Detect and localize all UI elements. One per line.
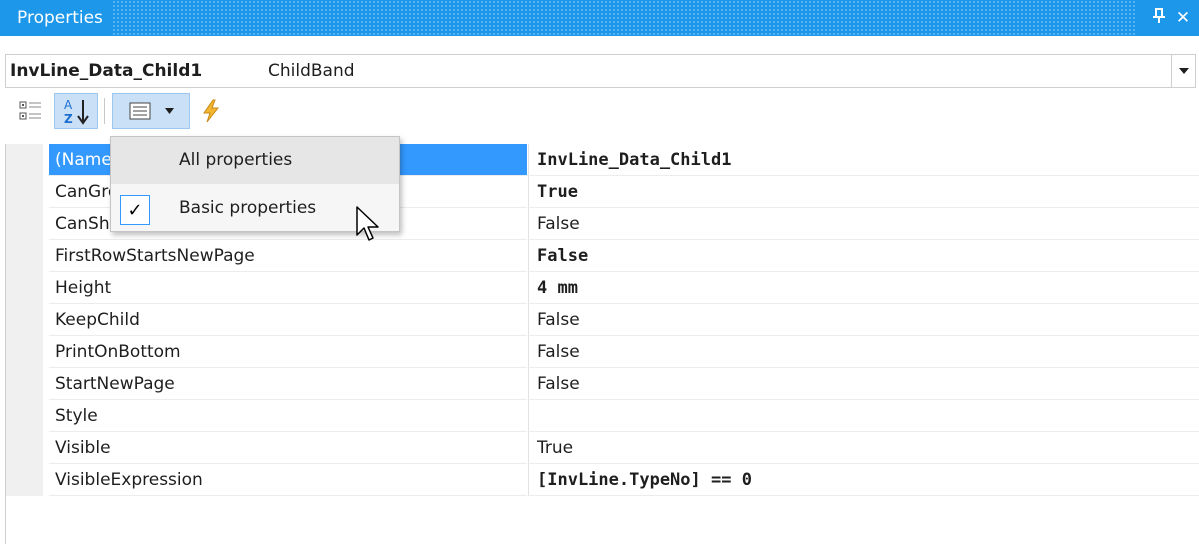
list-view-icon [129, 102, 150, 120]
dropdown-arrow-icon [164, 108, 174, 114]
property-name[interactable]: Style [49, 400, 527, 432]
events-button[interactable] [196, 93, 226, 129]
menu-item-label: Basic properties [179, 198, 317, 218]
checkmark-icon: ✓ [120, 195, 150, 225]
menu-item-label: All properties [179, 150, 293, 170]
property-value[interactable]: False [528, 208, 1199, 240]
object-name: InvLine_Data_Child1 [10, 61, 203, 81]
property-row[interactable]: VisibleExpression [InvLine.TypeNo] == 0 [6, 464, 1199, 496]
object-type: ChildBand [268, 61, 355, 81]
property-value[interactable]: [InvLine.TypeNo] == 0 [528, 464, 1199, 496]
property-value[interactable]: InvLine_Data_Child1 [528, 144, 1199, 176]
property-row[interactable]: PrintOnBottom False [6, 336, 1199, 368]
property-value[interactable] [528, 400, 1199, 432]
menu-item-all-properties[interactable]: All properties [111, 137, 399, 184]
title-buttons: ✕ [1137, 0, 1199, 36]
property-value[interactable]: False [528, 368, 1199, 400]
pin-icon[interactable] [1147, 7, 1171, 29]
mouse-cursor-icon [356, 206, 379, 241]
property-name[interactable]: VisibleExpression [49, 464, 527, 496]
property-value[interactable]: 4 mm [528, 272, 1199, 304]
property-name[interactable]: PrintOnBottom [49, 336, 527, 368]
property-name[interactable]: StartNewPage [49, 368, 527, 400]
svg-text:A: A [64, 98, 73, 112]
categorized-icon [19, 101, 41, 120]
property-row[interactable]: Style [6, 400, 1199, 432]
property-value[interactable]: True [528, 432, 1199, 464]
panel-title: Properties [0, 0, 113, 36]
properties-toolbar: A Z [0, 88, 1199, 132]
property-name[interactable]: FirstRowStartsNewPage [49, 240, 527, 272]
object-selector[interactable]: InvLine_Data_Child1 ChildBand [5, 54, 1196, 88]
categorized-button[interactable] [16, 93, 46, 129]
property-value[interactable]: False [528, 240, 1199, 272]
property-row[interactable]: Visible True [6, 432, 1199, 464]
property-row[interactable]: StartNewPage False [6, 368, 1199, 400]
property-name[interactable]: KeepChild [49, 304, 527, 336]
property-value[interactable]: True [528, 176, 1199, 208]
property-name[interactable]: Visible [49, 432, 527, 464]
alphabetical-button[interactable]: A Z [54, 93, 98, 129]
chevron-down-icon[interactable] [1171, 55, 1195, 87]
close-icon[interactable]: ✕ [1171, 8, 1195, 28]
svg-text:Z: Z [64, 112, 73, 126]
property-value[interactable]: False [528, 336, 1199, 368]
sort-az-icon: A Z [64, 98, 89, 126]
property-row[interactable]: FirstRowStartsNewPage False [6, 240, 1199, 272]
property-value[interactable]: False [528, 304, 1199, 336]
toolbar-separator [104, 98, 105, 124]
property-filter-button[interactable] [112, 93, 190, 129]
property-name[interactable]: Height [49, 272, 527, 304]
lightning-icon [203, 99, 220, 123]
property-row[interactable]: KeepChild False [6, 304, 1199, 336]
property-row[interactable]: Height 4 mm [6, 272, 1199, 304]
properties-title-bar: Properties ✕ [0, 0, 1199, 36]
